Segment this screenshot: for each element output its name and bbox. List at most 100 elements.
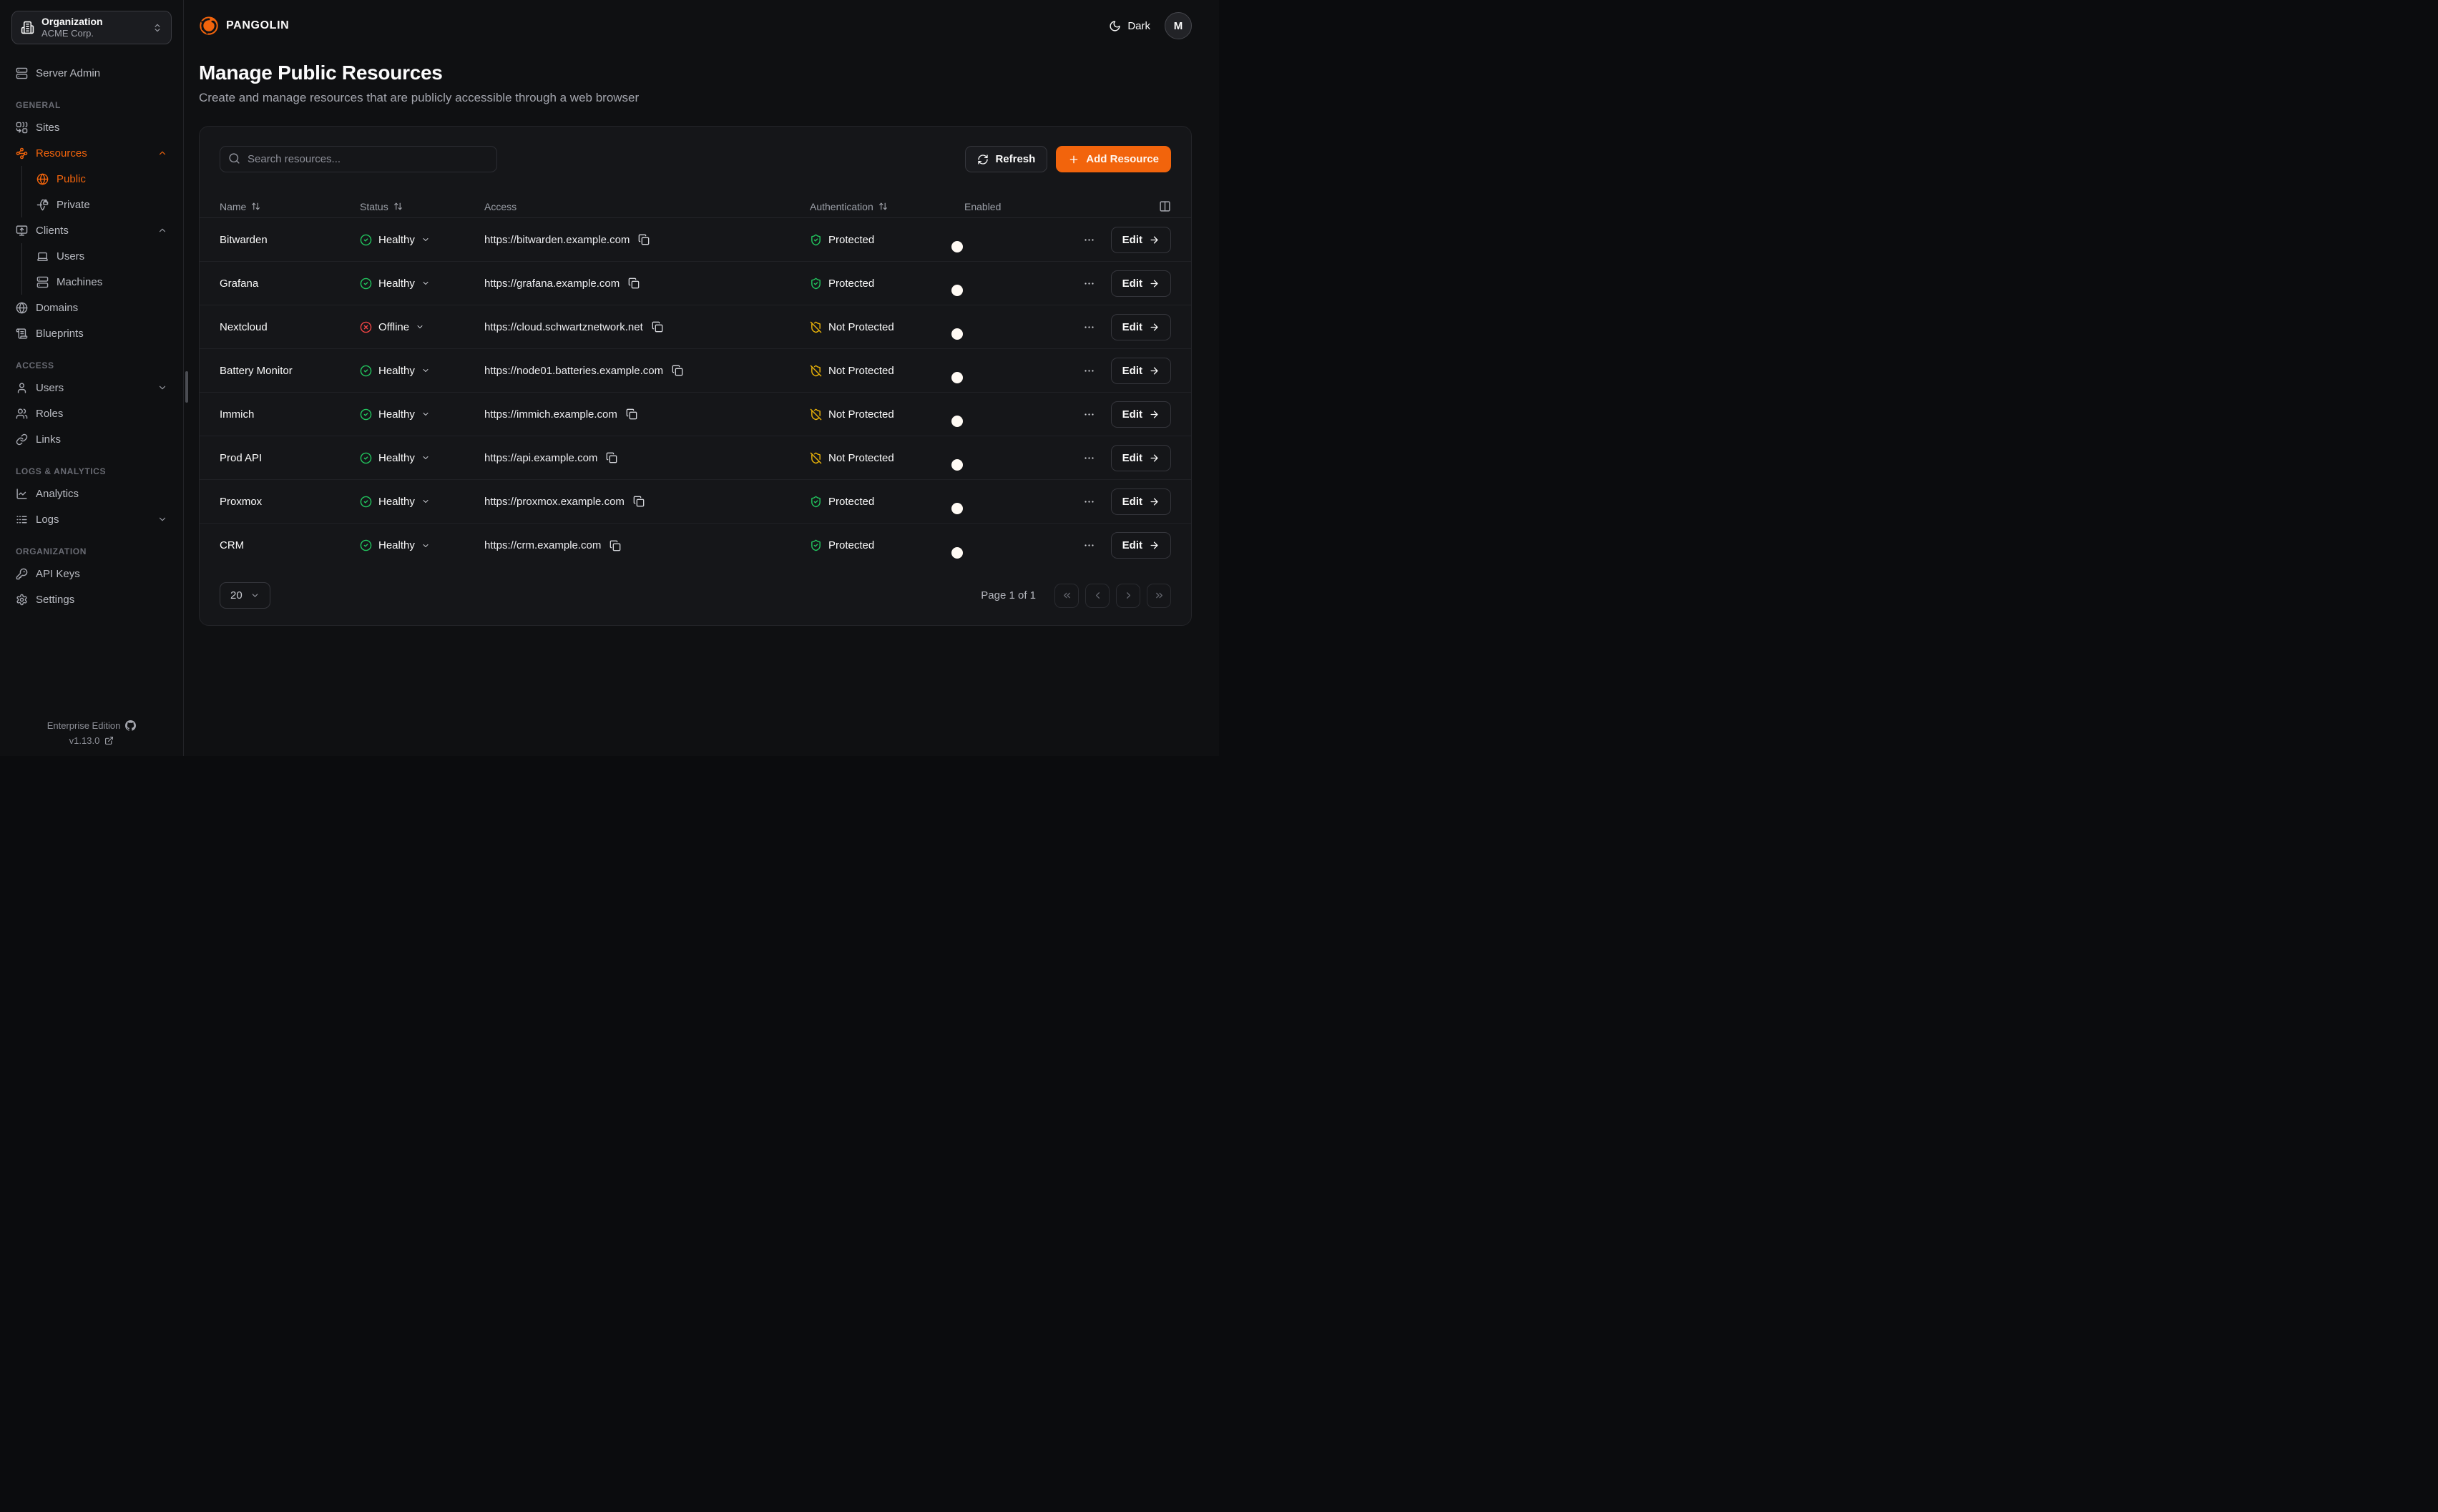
- copy-icon[interactable]: [628, 278, 640, 289]
- chevron-down-icon: [250, 591, 260, 600]
- sidebar-item-domains[interactable]: Domains: [11, 295, 172, 320]
- row-menu-button[interactable]: [1083, 365, 1095, 377]
- resource-url: https://api.example.com: [484, 452, 597, 464]
- status-badge[interactable]: Healthy: [360, 539, 484, 551]
- refresh-label: Refresh: [995, 153, 1035, 165]
- sidebar-item-logs[interactable]: Logs: [11, 506, 172, 532]
- edit-button[interactable]: Edit: [1111, 532, 1171, 559]
- auth-label: Not Protected: [828, 452, 894, 464]
- avatar[interactable]: M: [1165, 12, 1192, 39]
- edit-button[interactable]: Edit: [1111, 270, 1171, 297]
- server-icon: [16, 67, 28, 79]
- shield-check-icon: [810, 234, 822, 246]
- status-badge[interactable]: Healthy: [360, 452, 484, 464]
- laptop-icon: [36, 250, 49, 262]
- chevron-down-icon: [421, 235, 430, 244]
- edit-button[interactable]: Edit: [1111, 401, 1171, 428]
- status-badge[interactable]: Healthy: [360, 408, 484, 421]
- status-badge[interactable]: Healthy: [360, 278, 484, 290]
- row-menu-button[interactable]: [1083, 234, 1095, 246]
- version-line[interactable]: v1.13.0: [0, 735, 183, 746]
- sidebar-item-machines[interactable]: Machines: [32, 269, 172, 295]
- edit-button[interactable]: Edit: [1111, 314, 1171, 340]
- toggle-knob: [951, 241, 963, 252]
- plus-icon: [1068, 154, 1080, 165]
- sidebar-item-sites[interactable]: Sites: [11, 114, 172, 140]
- column-header-authentication[interactable]: Authentication: [810, 201, 964, 212]
- building-icon: [21, 21, 34, 34]
- copy-icon[interactable]: [626, 408, 637, 420]
- sidebar-item-blueprints[interactable]: Blueprints: [11, 320, 172, 346]
- sidebar-item-public[interactable]: Public: [32, 166, 172, 192]
- resources-card: Refresh Add Resource Name: [199, 126, 1192, 626]
- row-menu-button[interactable]: [1083, 278, 1095, 290]
- edit-button[interactable]: Edit: [1111, 358, 1171, 384]
- next-page-button[interactable]: [1116, 584, 1140, 608]
- sidebar-item-links[interactable]: Links: [11, 426, 172, 452]
- sidebar-item-private[interactable]: Private: [32, 192, 172, 217]
- edit-label: Edit: [1122, 321, 1142, 333]
- add-resource-button[interactable]: Add Resource: [1056, 146, 1171, 172]
- table-row: Proxmox Healthy https://proxmox.example.…: [200, 480, 1191, 524]
- theme-toggle[interactable]: Dark: [1109, 20, 1150, 32]
- sidebar-item-users[interactable]: Users: [11, 375, 172, 401]
- edit-button[interactable]: Edit: [1111, 489, 1171, 515]
- sidebar-item-api-keys[interactable]: API Keys: [11, 561, 172, 586]
- sidebar-item-settings[interactable]: Settings: [11, 586, 172, 612]
- sidebar-item-analytics[interactable]: Analytics: [11, 481, 172, 506]
- section-label-logs-analytics: LOGS & ANALYTICS: [16, 466, 172, 476]
- row-menu-button[interactable]: [1083, 496, 1095, 508]
- user-icon: [16, 382, 28, 394]
- first-page-button[interactable]: [1054, 584, 1079, 608]
- sidebar-item-resources[interactable]: Resources: [11, 140, 172, 166]
- org-selector[interactable]: Organization ACME Corp.: [11, 11, 172, 44]
- edit-button[interactable]: Edit: [1111, 227, 1171, 253]
- auth-label: Protected: [828, 496, 874, 508]
- copy-icon[interactable]: [606, 452, 617, 463]
- column-settings[interactable]: [1072, 200, 1171, 212]
- status-badge[interactable]: Healthy: [360, 234, 484, 246]
- org-label: Organization: [41, 16, 145, 29]
- edit-button[interactable]: Edit: [1111, 445, 1171, 471]
- last-page-button[interactable]: [1147, 584, 1171, 608]
- shield-off-icon: [810, 408, 822, 421]
- scroll-text-icon: [16, 328, 28, 340]
- ellipsis-icon: [1083, 408, 1095, 421]
- status-badge[interactable]: Healthy: [360, 365, 484, 377]
- chevron-down-icon: [416, 323, 424, 331]
- row-menu-button[interactable]: [1083, 452, 1095, 464]
- copy-icon[interactable]: [610, 540, 621, 551]
- search-input[interactable]: [220, 146, 497, 172]
- sidebar-item-roles[interactable]: Roles: [11, 401, 172, 426]
- column-header-name[interactable]: Name: [220, 201, 360, 212]
- sidebar-item-clients[interactable]: Clients: [11, 217, 172, 243]
- sidebar-item-client-users[interactable]: Users: [32, 243, 172, 269]
- chevron-down-icon: [421, 279, 430, 288]
- status-badge[interactable]: Healthy: [360, 496, 484, 508]
- sidebar-scrollbar-thumb[interactable]: [185, 371, 188, 403]
- edition-label: Enterprise Edition: [47, 720, 121, 731]
- table-row: CRM Healthy https://crm.example.com: [200, 524, 1191, 567]
- column-header-status[interactable]: Status: [360, 201, 484, 212]
- ellipsis-icon: [1083, 539, 1095, 551]
- main-content: PANGOLIN Dark M Manage Public Resources …: [184, 0, 1219, 756]
- copy-icon[interactable]: [652, 321, 663, 333]
- copy-icon[interactable]: [633, 496, 645, 507]
- monitor-up-icon: [16, 225, 28, 237]
- sidebar-item-label: Settings: [36, 594, 167, 606]
- copy-icon[interactable]: [672, 365, 683, 376]
- prev-page-button[interactable]: [1085, 584, 1110, 608]
- copy-icon[interactable]: [638, 234, 650, 245]
- row-menu-button[interactable]: [1083, 408, 1095, 421]
- row-menu-button[interactable]: [1083, 321, 1095, 333]
- chevron-down-icon: [157, 514, 167, 524]
- status-badge[interactable]: Offline: [360, 321, 484, 333]
- auth-label: Not Protected: [828, 365, 894, 377]
- row-menu-button[interactable]: [1083, 539, 1095, 551]
- sidebar-item-server-admin[interactable]: Server Admin: [11, 60, 172, 86]
- page-size-select[interactable]: 20: [220, 582, 270, 609]
- refresh-button[interactable]: Refresh: [965, 146, 1047, 172]
- chevron-down-icon: [421, 453, 430, 462]
- edition-line[interactable]: Enterprise Edition: [0, 720, 183, 731]
- sidebar-item-label: Logs: [36, 514, 150, 526]
